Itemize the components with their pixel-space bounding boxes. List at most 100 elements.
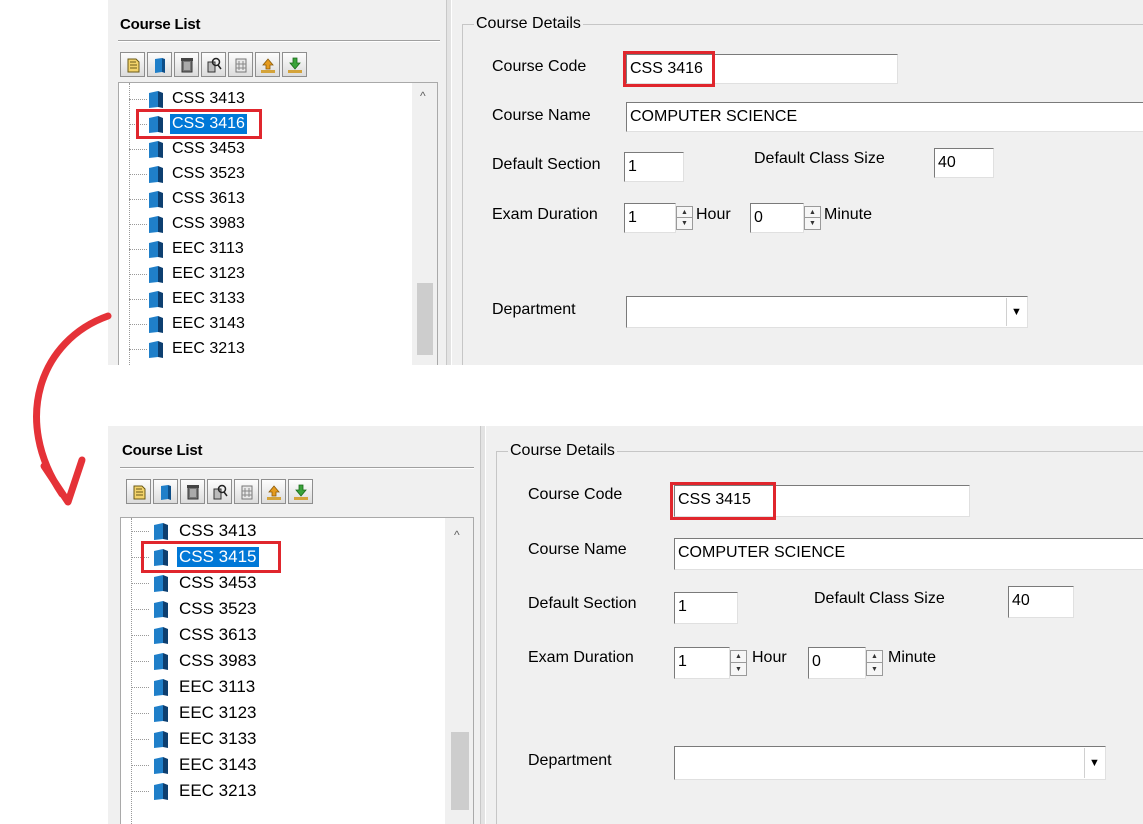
spin-up-icon[interactable]: ▲: [867, 651, 882, 663]
book-icon: [154, 627, 168, 644]
tree-connector: [131, 583, 149, 584]
exam-minutes-spinner[interactable]: ▲ ▼: [804, 206, 821, 230]
book-icon: [154, 523, 168, 540]
delete-course-button[interactable]: [174, 52, 199, 77]
tree-item[interactable]: EEC 3123: [121, 700, 421, 726]
course-toolbar: [120, 52, 307, 77]
import-button[interactable]: [255, 52, 280, 77]
scroll-thumb[interactable]: [451, 732, 469, 810]
tree-item-label: EEC 3113: [179, 677, 256, 696]
edit-course-button[interactable]: [153, 479, 178, 504]
book-icon: [149, 116, 163, 133]
list-icon: [235, 58, 246, 72]
edit-course-button[interactable]: [147, 52, 172, 77]
course-code-field[interactable]: CSS 3416: [626, 54, 898, 84]
search-icon: [213, 484, 228, 499]
tree-item[interactable]: CSS 3523: [121, 596, 421, 622]
course-name-field[interactable]: COMPUTER SCIENCE: [626, 102, 1143, 132]
tree-item[interactable]: EEC 3123: [119, 261, 419, 286]
tree-item[interactable]: CSS 3613: [121, 622, 421, 648]
exam-minutes-spinner[interactable]: ▲ ▼: [866, 650, 883, 676]
tree-item[interactable]: CSS 3983: [119, 211, 419, 236]
tree-item[interactable]: CSS 3415: [121, 544, 421, 570]
export-button[interactable]: [288, 479, 313, 504]
tree-item-label: EEC 3133: [172, 290, 245, 307]
spin-down-icon[interactable]: ▼: [805, 218, 820, 229]
exam-hours-spinner[interactable]: ▲ ▼: [730, 650, 747, 676]
tree-item[interactable]: EEC 3213: [121, 778, 421, 804]
spin-up-icon[interactable]: ▲: [677, 207, 692, 218]
chevron-down-icon[interactable]: ▼: [1006, 298, 1026, 326]
default-section-field[interactable]: 1: [674, 592, 738, 624]
tree-item[interactable]: CSS 3523: [119, 161, 419, 186]
search-course-button[interactable]: [207, 479, 232, 504]
exam-minutes-field[interactable]: 0: [750, 203, 804, 233]
tree-item[interactable]: EEC 3113: [121, 674, 421, 700]
spin-down-icon[interactable]: ▼: [867, 663, 882, 675]
spin-down-icon[interactable]: ▼: [731, 663, 746, 675]
exam-hours-field[interactable]: 1: [624, 203, 676, 233]
tree-item[interactable]: CSS 3613: [119, 186, 419, 211]
export-button[interactable]: [282, 52, 307, 77]
course-name-field[interactable]: COMPUTER SCIENCE: [674, 538, 1143, 570]
book-icon: [154, 549, 168, 566]
tree-connector: [131, 687, 149, 688]
course-tree[interactable]: CSS 3413 CSS 3416 CSS 3453 CSS 3523 CSS 3613…: [118, 82, 438, 365]
screenshot-before: Course List CSS 3413 CSS 3416 CSS 3453 CSS …: [108, 0, 1143, 365]
course-list-title: Course List: [122, 442, 203, 459]
scroll-thumb[interactable]: [417, 283, 433, 355]
course-tree[interactable]: CSS 3413 CSS 3415 CSS 3453 CSS 3523 CSS 3613…: [120, 517, 474, 824]
book-icon: [154, 575, 168, 592]
spin-up-icon[interactable]: ▲: [731, 651, 746, 663]
course-list-pane: Course List CSS 3413 CSS 3415 CSS 3453 CSS …: [108, 426, 476, 824]
spin-down-icon[interactable]: ▼: [677, 218, 692, 229]
tree-item[interactable]: CSS 3413: [119, 86, 419, 111]
default-class-size-field[interactable]: 40: [934, 148, 994, 178]
chevron-down-icon[interactable]: ▼: [1084, 748, 1104, 778]
tree-scrollbar[interactable]: ^: [445, 518, 473, 824]
default-section-field[interactable]: 1: [624, 152, 684, 182]
exam-hours-field[interactable]: 1: [674, 647, 730, 679]
tree-item[interactable]: EEC 3133: [121, 726, 421, 752]
tree-item[interactable]: CSS 3416: [119, 111, 419, 136]
scroll-up-arrow[interactable]: ^: [454, 528, 460, 542]
book-icon: [149, 241, 163, 258]
pane-splitter[interactable]: [446, 0, 452, 365]
default-class-size-field[interactable]: 40: [1008, 586, 1074, 618]
tree-item[interactable]: CSS 3453: [121, 570, 421, 596]
book-icon: [154, 653, 168, 670]
tree-item[interactable]: CSS 3983: [121, 648, 421, 674]
scroll-up-arrow[interactable]: ^: [420, 89, 426, 103]
exam-hours-spinner[interactable]: ▲ ▼: [676, 206, 693, 230]
department-dropdown[interactable]: [626, 296, 1028, 328]
course-code-label: Course Code: [492, 58, 587, 75]
tree-item[interactable]: EEC 3213: [119, 336, 419, 361]
import-button[interactable]: [261, 479, 286, 504]
exam-minutes-field[interactable]: 0: [808, 647, 866, 679]
pane-splitter[interactable]: [480, 426, 486, 824]
list-course-button[interactable]: [228, 52, 253, 77]
tree-item[interactable]: CSS 3453: [119, 136, 419, 161]
download-icon: [287, 57, 302, 73]
tree-item-label: CSS 3413: [179, 521, 257, 540]
list-course-button[interactable]: [234, 479, 259, 504]
course-details-title: Course Details: [474, 15, 583, 33]
department-dropdown[interactable]: [674, 746, 1106, 780]
tree-connector: [129, 274, 147, 275]
delete-course-button[interactable]: [180, 479, 205, 504]
download-icon: [293, 484, 308, 500]
tree-item[interactable]: CSS 3413: [121, 518, 421, 544]
spin-up-icon[interactable]: ▲: [805, 207, 820, 218]
tree-item[interactable]: EEC 3143: [121, 752, 421, 778]
tree-item[interactable]: EEC 3113: [119, 236, 419, 261]
tree-item[interactable]: EEC 3133: [119, 286, 419, 311]
book-icon: [149, 91, 163, 108]
tree-scrollbar[interactable]: ^: [412, 83, 437, 365]
course-code-field[interactable]: CSS 3415: [674, 485, 970, 517]
book-icon: [149, 191, 163, 208]
tree-item[interactable]: EEC 3143: [119, 311, 419, 336]
book-icon: [149, 141, 163, 158]
search-course-button[interactable]: [201, 52, 226, 77]
tree-item-label: CSS 3416: [170, 114, 247, 134]
book-icon: [149, 266, 163, 283]
